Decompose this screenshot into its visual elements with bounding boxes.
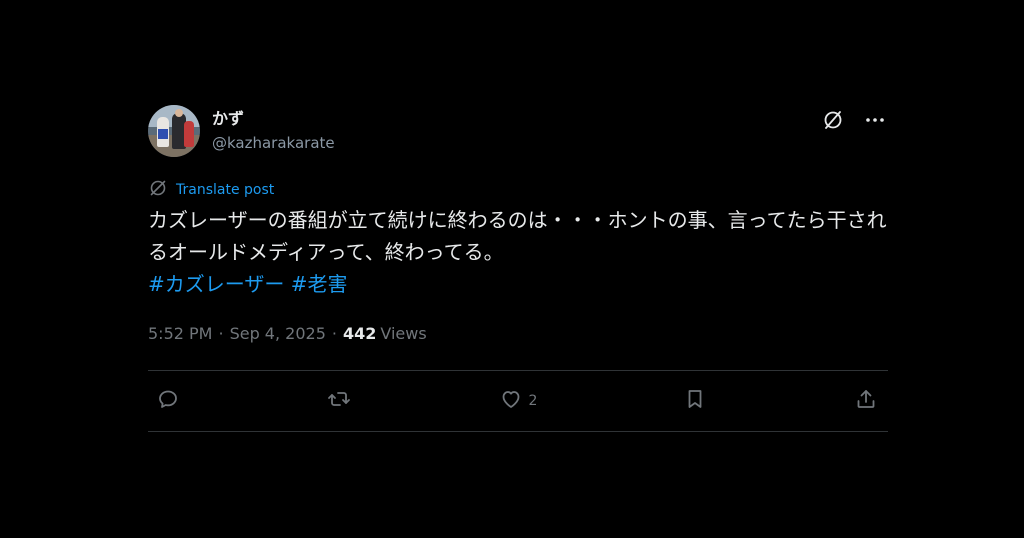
translate-post[interactable]: Translate post bbox=[148, 180, 888, 200]
like-count: 2 bbox=[528, 393, 538, 409]
grok-icon[interactable] bbox=[822, 109, 844, 131]
display-name[interactable]: かず bbox=[212, 108, 335, 130]
post-hashtags: #カズレーザー #老害 bbox=[148, 268, 888, 300]
like-button[interactable]: 2 bbox=[499, 387, 538, 415]
avatar-figure bbox=[184, 121, 194, 147]
share-icon bbox=[854, 387, 878, 415]
divider bbox=[148, 431, 888, 432]
avatar-figure-detail bbox=[158, 129, 168, 139]
hashtag-link[interactable]: #老害 bbox=[291, 272, 348, 296]
repost-button[interactable] bbox=[327, 387, 353, 415]
translate-icon bbox=[148, 178, 168, 202]
views-label[interactable]: Views bbox=[380, 322, 426, 346]
header-actions bbox=[822, 109, 886, 131]
meta-separator: · bbox=[331, 324, 337, 343]
bookmark-icon bbox=[683, 387, 707, 415]
reply-icon bbox=[156, 387, 180, 415]
meta-separator: · bbox=[218, 324, 224, 343]
avatar-figure-head bbox=[175, 109, 183, 117]
action-bar: 2 bbox=[148, 371, 888, 431]
bookmark-button[interactable] bbox=[683, 387, 709, 415]
views-count[interactable]: 442 bbox=[343, 322, 376, 346]
post-meta: 5:52 PM · Sep 4, 2025 · 442 Views bbox=[148, 322, 888, 346]
more-icon[interactable] bbox=[864, 109, 886, 131]
translate-label[interactable]: Translate post bbox=[176, 182, 274, 198]
tweet-header: かず @kazharakarate bbox=[148, 104, 888, 158]
handle[interactable]: @kazharakarate bbox=[212, 132, 335, 154]
tweet: かず @kazharakarate Translate post カズレーザーの… bbox=[148, 104, 888, 432]
author-names: かず @kazharakarate bbox=[212, 108, 335, 154]
heart-icon bbox=[499, 387, 523, 415]
share-button[interactable] bbox=[854, 387, 880, 415]
reply-button[interactable] bbox=[156, 387, 182, 415]
post-text: カズレーザーの番組が立て続けに終わるのは・・・ホントの事、言ってたら干されるオー… bbox=[148, 208, 887, 264]
post-date[interactable]: Sep 4, 2025 bbox=[230, 322, 326, 346]
repost-icon bbox=[327, 387, 351, 415]
post-time[interactable]: 5:52 PM bbox=[148, 322, 212, 346]
avatar[interactable] bbox=[148, 105, 200, 157]
hashtag-link[interactable]: #カズレーザー bbox=[148, 272, 284, 296]
